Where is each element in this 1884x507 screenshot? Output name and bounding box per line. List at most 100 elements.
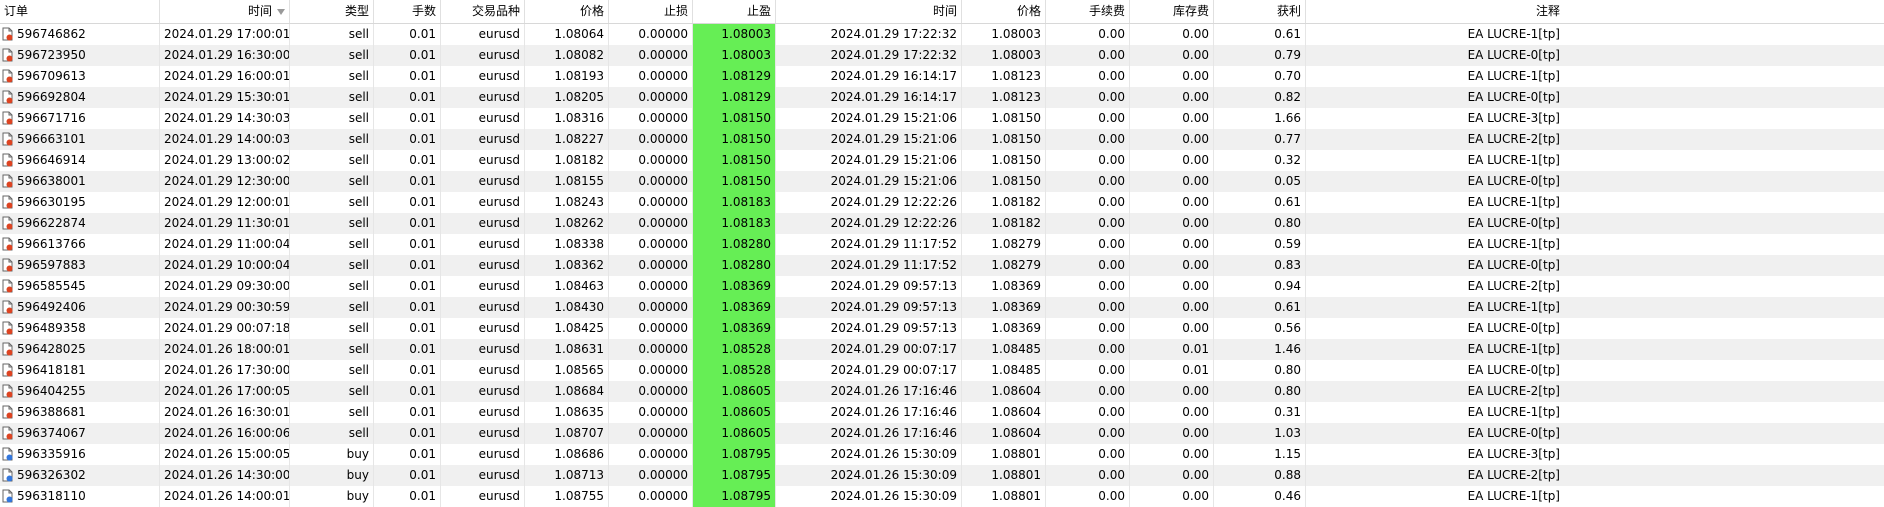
cell-tp: 1.08605	[693, 423, 776, 444]
cell-tp: 1.08003	[693, 45, 776, 66]
table-row[interactable]: 596613766 2024.01.29 11:00:04 sell 0.01 euru…	[0, 234, 1884, 255]
cell-tp: 1.08129	[693, 66, 776, 87]
cell-sl: 0.00000	[609, 234, 693, 255]
cell-profit: 0.61	[1214, 192, 1306, 213]
cell-comment: EA LUCRE-0[tp]	[1467, 174, 1560, 188]
cell-comment: EA LUCRE-0[tp]	[1467, 426, 1560, 440]
cell-type: sell	[290, 66, 374, 87]
table-row[interactable]: 596597883 2024.01.29 10:00:04 sell 0.01 euru…	[0, 255, 1884, 276]
cell-order: 596597883	[0, 255, 160, 276]
cell-order: 596692804	[0, 87, 160, 108]
column-header-sl[interactable]: 止损	[609, 0, 693, 23]
table-row[interactable]: 596671716 2024.01.29 14:30:03 sell 0.01 euru…	[0, 108, 1884, 129]
table-row[interactable]: 596692804 2024.01.29 15:30:01 sell 0.01 euru…	[0, 87, 1884, 108]
column-header-open-price[interactable]: 价格	[525, 0, 609, 23]
cell-close-price: 1.08279	[962, 234, 1046, 255]
cell-type: sell	[290, 192, 374, 213]
cell-profit: 0.59	[1214, 234, 1306, 255]
table-row[interactable]: 596585545 2024.01.29 09:30:00 sell 0.01 euru…	[0, 276, 1884, 297]
column-header-close-price[interactable]: 价格	[962, 0, 1046, 23]
sell-order-icon	[2, 405, 13, 419]
table-row[interactable]: 596492406 2024.01.29 00:30:59 sell 0.01 euru…	[0, 297, 1884, 318]
cell-swap: 0.00	[1130, 129, 1214, 150]
cell-order: 596335916	[0, 444, 160, 465]
order-number: 596489358	[17, 321, 86, 335]
cell-sl: 0.00000	[609, 486, 693, 507]
cell-close-time: 2024.01.29 17:22:32	[776, 24, 962, 45]
cell-close-time: 2024.01.29 17:22:32	[776, 45, 962, 66]
cell-lots: 0.01	[374, 444, 441, 465]
cell-symbol: eurusd	[441, 66, 525, 87]
cell-swap: 0.00	[1130, 444, 1214, 465]
table-row[interactable]: 596374067 2024.01.26 16:00:06 sell 0.01 euru…	[0, 423, 1884, 444]
cell-tp: 1.08003	[693, 24, 776, 45]
column-header-close-time[interactable]: 时间	[776, 0, 962, 23]
cell-open-time: 2024.01.29 10:00:04	[160, 255, 290, 276]
table-row[interactable]: 596630195 2024.01.29 12:00:01 sell 0.01 euru…	[0, 192, 1884, 213]
cell-close-price: 1.08150	[962, 129, 1046, 150]
sell-order-icon	[2, 258, 13, 272]
column-header-commission[interactable]: 手续费	[1046, 0, 1130, 23]
column-header-profit[interactable]: 获利	[1214, 0, 1306, 23]
sell-order-icon	[2, 363, 13, 377]
cell-close-time: 2024.01.26 15:30:09	[776, 444, 962, 465]
table-row[interactable]: 596638001 2024.01.29 12:30:00 sell 0.01 euru…	[0, 171, 1884, 192]
cell-commission: 0.00	[1046, 465, 1130, 486]
cell-order: 596489358	[0, 318, 160, 339]
cell-open-time: 2024.01.29 16:30:00	[160, 45, 290, 66]
table-row[interactable]: 596489358 2024.01.29 00:07:18 sell 0.01 euru…	[0, 318, 1884, 339]
table-row[interactable]: 596709613 2024.01.29 16:00:01 sell 0.01 euru…	[0, 66, 1884, 87]
cell-comment: EA LUCRE-1[tp]	[1467, 237, 1560, 251]
cell-close-time: 2024.01.26 17:16:46	[776, 423, 962, 444]
sort-desc-icon	[277, 8, 285, 15]
column-header-type[interactable]: 类型	[290, 0, 374, 23]
table-row[interactable]: 596418181 2024.01.26 17:30:00 sell 0.01 euru…	[0, 360, 1884, 381]
column-header-lots[interactable]: 手数	[374, 0, 441, 23]
table-row[interactable]: 596326302 2024.01.26 14:30:00 buy 0.01 eurus…	[0, 465, 1884, 486]
cell-close-price: 1.08604	[962, 402, 1046, 423]
table-row[interactable]: 596723950 2024.01.29 16:30:00 sell 0.01 euru…	[0, 45, 1884, 66]
cell-tp: 1.08150	[693, 150, 776, 171]
table-row[interactable]: 596335916 2024.01.26 15:00:05 buy 0.01 eurus…	[0, 444, 1884, 465]
table-row[interactable]: 596318110 2024.01.26 14:00:01 buy 0.01 eurus…	[0, 486, 1884, 507]
cell-comment: EA LUCRE-1[tp]	[1467, 300, 1560, 314]
cell-order: 596723950	[0, 45, 160, 66]
cell-lots: 0.01	[374, 45, 441, 66]
table-row[interactable]: 596646914 2024.01.29 13:00:02 sell 0.01 euru…	[0, 150, 1884, 171]
cell-type: sell	[290, 45, 374, 66]
column-header-open-time[interactable]: 时间	[160, 0, 290, 23]
cell-open-price: 1.08362	[525, 255, 609, 276]
cell-comment: EA LUCRE-1[tp]	[1467, 489, 1560, 503]
order-number: 596723950	[17, 48, 86, 62]
table-row[interactable]: 596388681 2024.01.26 16:30:01 sell 0.01 euru…	[0, 402, 1884, 423]
cell-swap: 0.00	[1130, 381, 1214, 402]
cell-open-time: 2024.01.29 00:30:59	[160, 297, 290, 318]
cell-type: sell	[290, 360, 374, 381]
table-row[interactable]: 596622874 2024.01.29 11:30:01 sell 0.01 euru…	[0, 213, 1884, 234]
cell-type: sell	[290, 87, 374, 108]
cell-order: 596630195	[0, 192, 160, 213]
cell-open-price: 1.08707	[525, 423, 609, 444]
column-header-tp[interactable]: 止盈	[693, 0, 776, 23]
cell-open-price: 1.08227	[525, 129, 609, 150]
cell-sl: 0.00000	[609, 360, 693, 381]
column-header-order[interactable]: 订单	[0, 0, 160, 23]
cell-lots: 0.01	[374, 255, 441, 276]
table-row[interactable]: 596428025 2024.01.26 18:00:01 sell 0.01 euru…	[0, 339, 1884, 360]
order-number: 596692804	[17, 90, 86, 104]
table-row[interactable]: 596663101 2024.01.29 14:00:03 sell 0.01 euru…	[0, 129, 1884, 150]
table-row[interactable]: 596746862 2024.01.29 17:00:01 sell 0.01 euru…	[0, 24, 1884, 45]
cell-close-time: 2024.01.29 09:57:13	[776, 297, 962, 318]
cell-open-price: 1.08463	[525, 276, 609, 297]
cell-tp: 1.08183	[693, 213, 776, 234]
cell-open-time: 2024.01.29 14:00:03	[160, 129, 290, 150]
cell-profit: 0.70	[1214, 66, 1306, 87]
cell-type: sell	[290, 213, 374, 234]
cell-type: sell	[290, 108, 374, 129]
column-header-symbol[interactable]: 交易品种	[441, 0, 525, 23]
order-number: 596374067	[17, 426, 86, 440]
cell-open-price: 1.08193	[525, 66, 609, 87]
column-header-swap[interactable]: 库存费	[1130, 0, 1214, 23]
table-row[interactable]: 596404255 2024.01.26 17:00:05 sell 0.01 euru…	[0, 381, 1884, 402]
column-header-comment[interactable]: 注释	[1306, 0, 1564, 23]
